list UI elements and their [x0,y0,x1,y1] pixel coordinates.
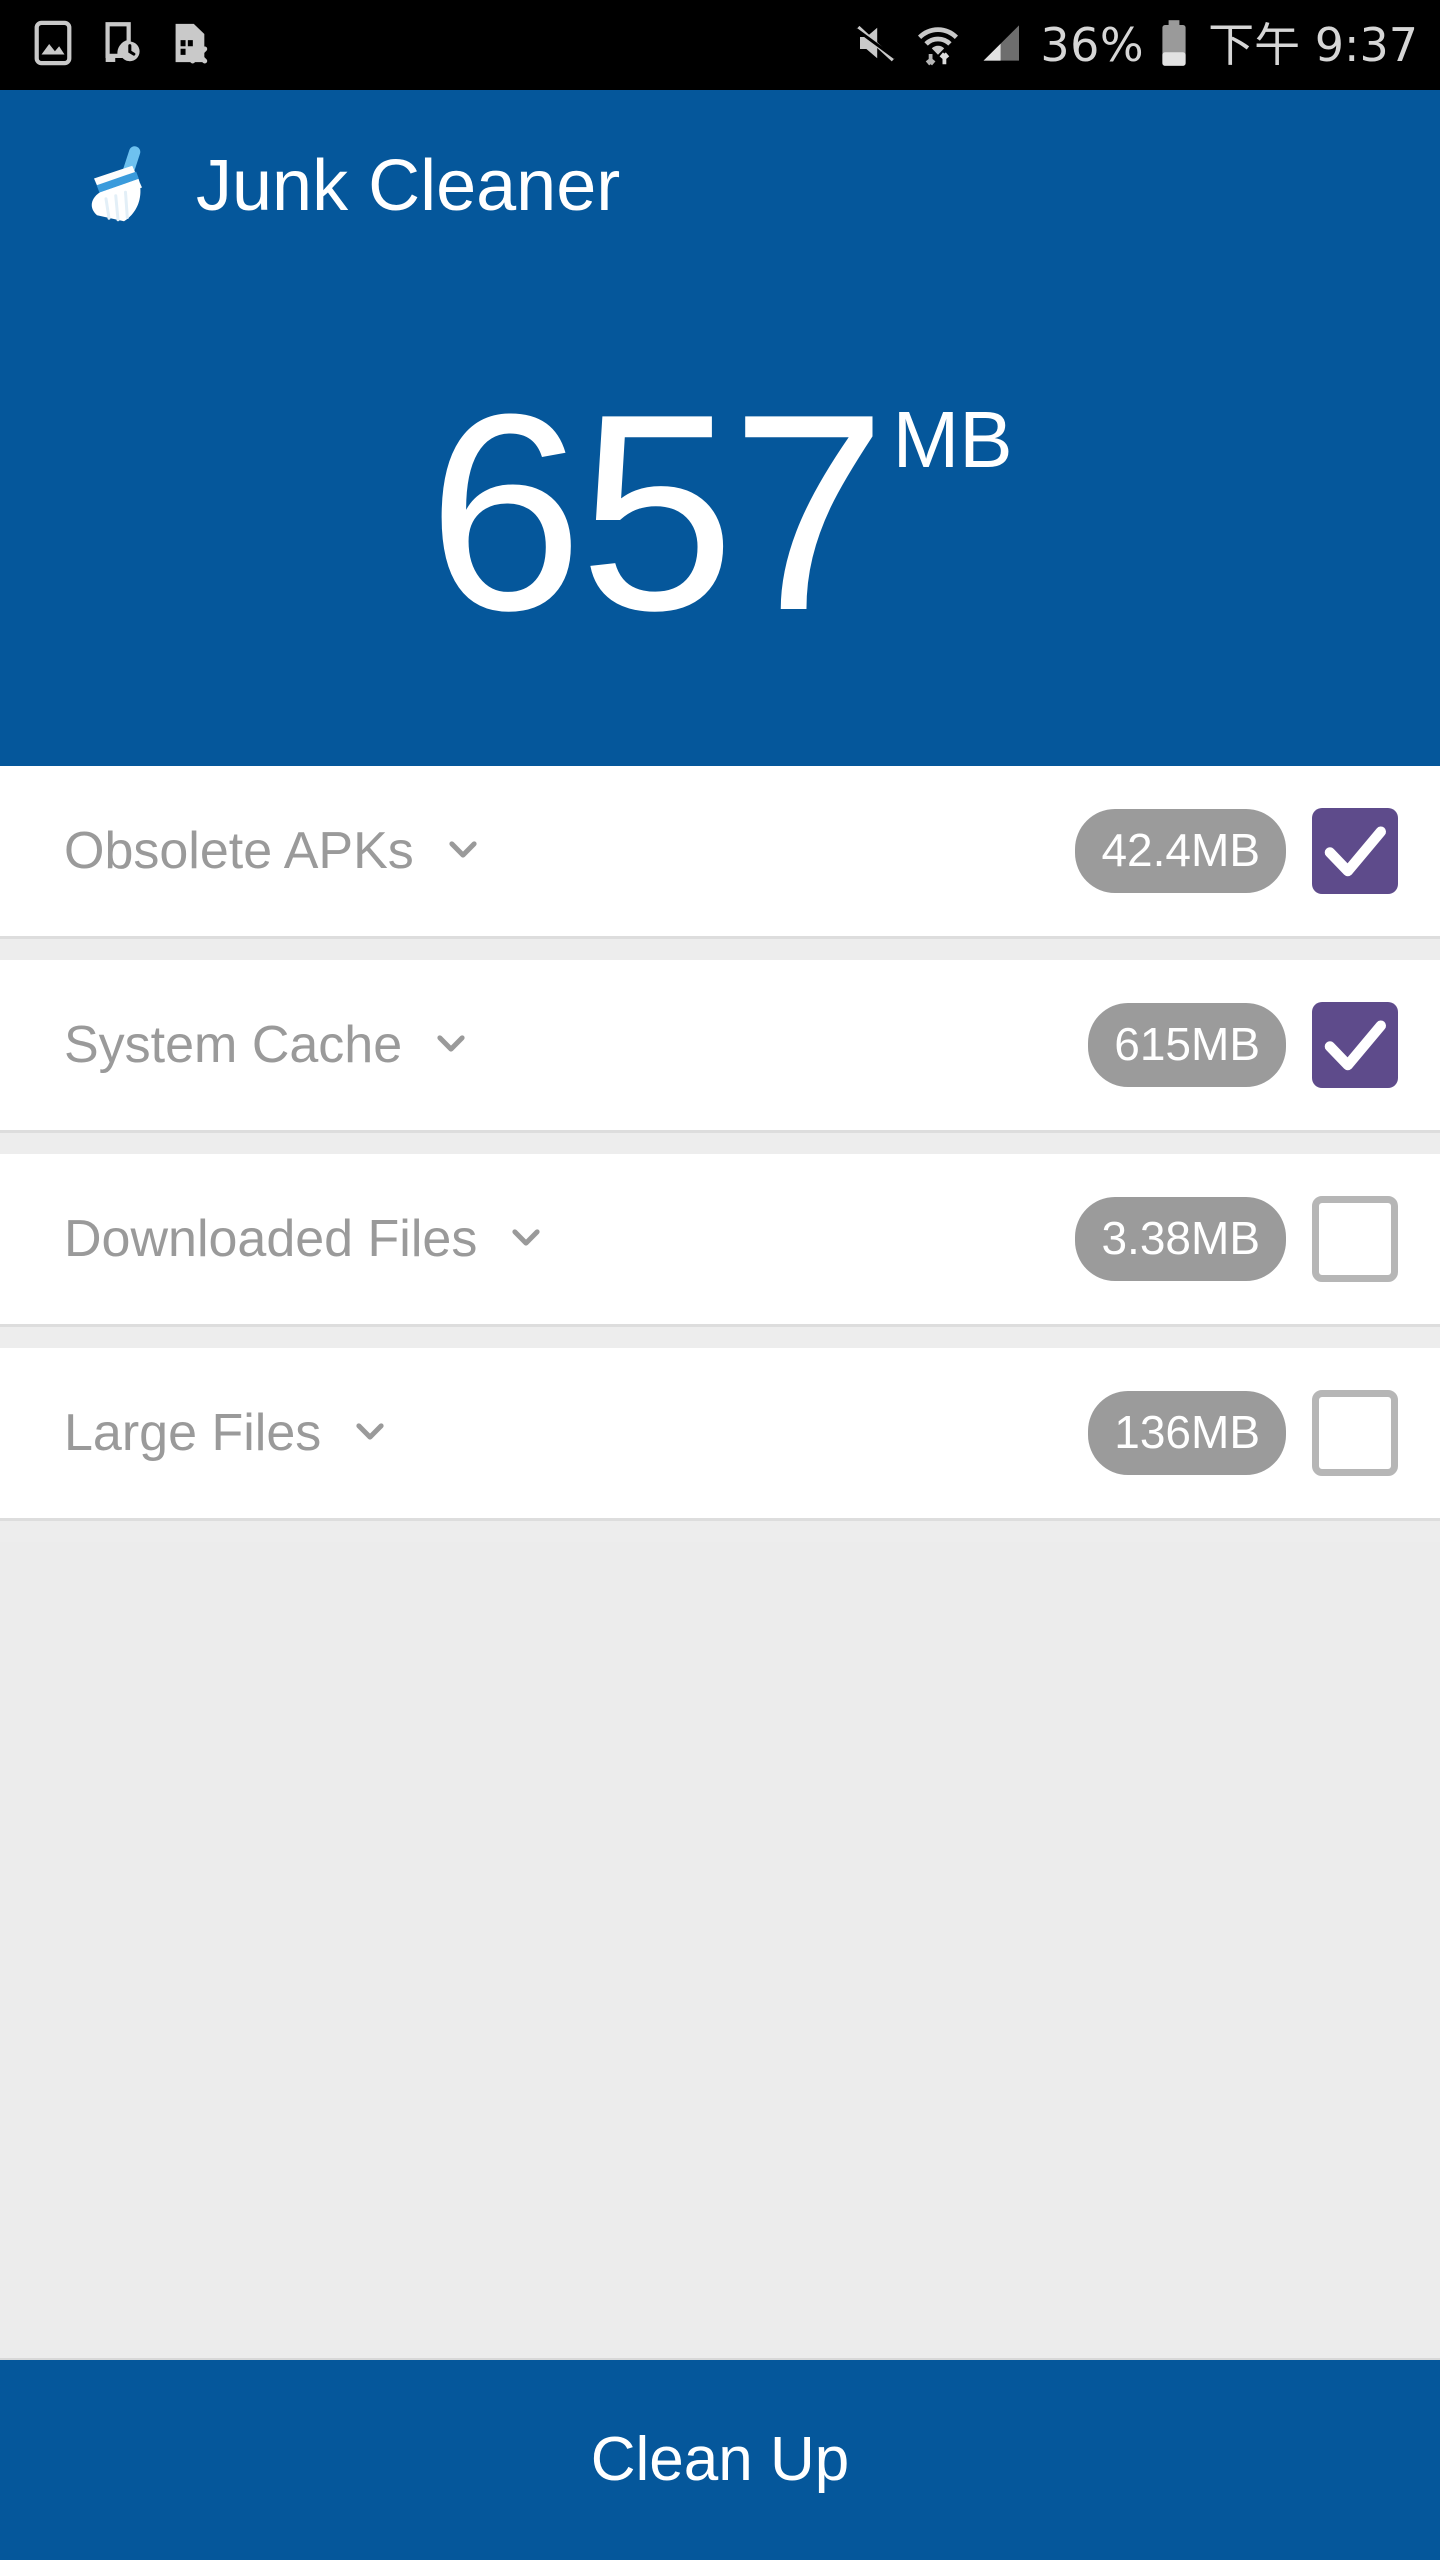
screenshot-image-icon [30,20,76,71]
chevron-down-icon[interactable] [503,1214,549,1265]
status-bar: 36% 下午 9:37 [0,0,1440,90]
table-row[interactable]: Large Files 136MB [0,1348,1440,1518]
category-label: Large Files [64,1404,322,1462]
status-bar-right-icons: 36% 下午 9:37 [852,19,1418,72]
size-badge: 136MB [1088,1391,1286,1475]
size-badge: 615MB [1088,1003,1286,1087]
battery-percent-label: 36% [1040,18,1145,72]
category-label: System Cache [64,1016,403,1074]
junk-category-list: Obsolete APKs 42.4MB System Cache 615MB … [0,766,1440,1542]
mute-icon [852,19,900,72]
row-separator [0,936,1440,960]
empty-content-area [0,1542,1440,2358]
total-junk-size: 657 MB [0,357,1440,669]
status-bar-left-icons [30,20,212,71]
category-checkbox[interactable] [1312,1390,1398,1476]
broom-icon [64,138,160,234]
clean-up-button[interactable]: Clean Up [0,2358,1440,2560]
signal-bars-icon [976,19,1024,72]
clean-up-label: Clean Up [590,2425,850,2494]
size-badge: 42.4MB [1075,809,1286,893]
category-checkbox[interactable] [1312,1196,1398,1282]
category-label: Downloaded Files [64,1210,478,1268]
app-title-row: Junk Cleaner [64,138,620,234]
row-separator [0,1130,1440,1154]
table-row[interactable]: Downloaded Files 3.38MB [0,1154,1440,1324]
total-size-value: 657 [427,357,886,669]
page-title: Junk Cleaner [196,146,621,226]
row-separator [0,1324,1440,1348]
sim-card-error-icon [166,20,212,71]
category-label: Obsolete APKs [64,822,414,880]
status-bar-clock: 下午 9:37 [1208,18,1418,72]
table-row[interactable]: Obsolete APKs 42.4MB [0,766,1440,936]
category-checkbox[interactable] [1312,808,1398,894]
wifi-data-transfer-icon [916,19,960,72]
size-badge: 3.38MB [1075,1197,1286,1281]
battery-icon [1160,19,1188,72]
category-checkbox[interactable] [1312,1002,1398,1088]
chevron-down-icon[interactable] [440,826,486,877]
table-row[interactable]: System Cache 615MB [0,960,1440,1130]
app-header: Junk Cleaner 657 MB [0,90,1440,766]
check-icon [1324,826,1386,877]
row-separator [0,1518,1440,1542]
junk-cleaner-screen: 36% 下午 9:37 Junk Cleaner 657 MB Obsolete… [0,0,1440,2560]
chevron-down-icon[interactable] [428,1020,474,1071]
chevron-down-icon[interactable] [347,1408,393,1459]
total-size-unit: MB [892,395,1013,484]
device-clock-icon [98,20,144,71]
check-icon [1324,1020,1386,1071]
